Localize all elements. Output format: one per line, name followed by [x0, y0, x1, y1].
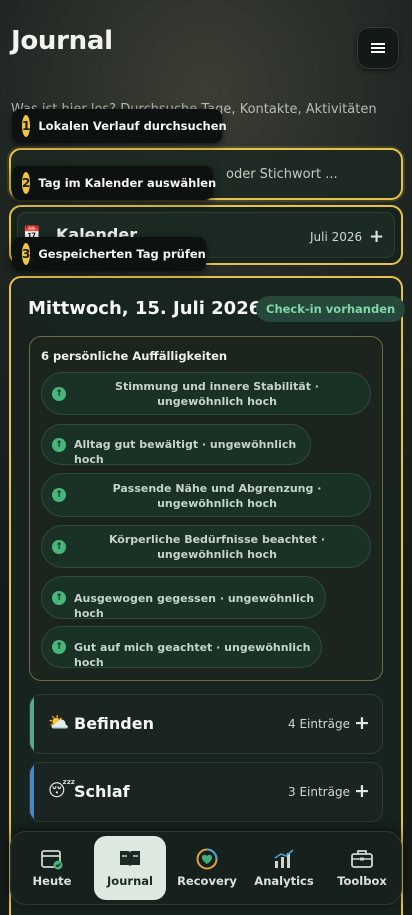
tour-tip-2: 2 Tag im Kalender auswählen — [12, 166, 217, 200]
tip-text: Lokalen Verlauf durchsuchen — [38, 119, 227, 133]
book-icon — [117, 848, 143, 870]
nav-item-heute[interactable]: Heute — [16, 836, 88, 900]
tour-tip-1: 1 Lokalen Verlauf durchsuchen — [12, 109, 227, 143]
sleep-icon: 😴 — [48, 781, 76, 801]
checkin-badge: Check-in vorhanden — [256, 296, 406, 322]
category-label: Schlaf — [74, 782, 130, 801]
arrow-up-icon: ↑ — [52, 540, 66, 554]
page-title: Journal — [11, 26, 113, 56]
category-accent — [30, 763, 34, 821]
anomaly-chip: ↑ Körperliche Bedürfnisse beachtet · ung… — [41, 525, 371, 568]
nav-item-journal[interactable]: Journal — [94, 836, 166, 900]
category-count: 4 Einträge — [288, 717, 350, 731]
category-label: Befinden — [74, 714, 154, 733]
step-number: 2 — [22, 172, 31, 194]
nav-item-analytics[interactable]: Analytics — [248, 836, 320, 900]
expand-icon[interactable]: + — [354, 712, 370, 734]
expand-icon[interactable]: + — [354, 780, 370, 802]
category-card-schlaf[interactable]: 😴 Schlaf 3 Einträge + — [29, 762, 383, 822]
category-card-befinden[interactable]: ⛅ Befinden 4 Einträge + — [29, 694, 383, 754]
arrow-up-icon: ↑ — [52, 387, 66, 401]
day-title: Mittwoch, 15. Juli 2026 — [28, 298, 262, 319]
anomaly-chip: ↑ Gut auf mich geachtet · ungewöhnlich h… — [41, 626, 322, 669]
anomaly-chip: ↑ Passende Nähe und Abgrenzung · ungewöh… — [41, 473, 371, 517]
arrow-up-icon: ↑ — [52, 591, 66, 605]
step-number: 3 — [22, 243, 31, 265]
arrow-up-icon: ↑ — [52, 640, 66, 654]
toolbox-icon — [349, 848, 375, 870]
step-number: 1 — [22, 115, 31, 137]
bar-chart-icon — [271, 848, 297, 870]
calendar-expand-icon[interactable]: + — [369, 226, 384, 247]
nav-item-toolbox[interactable]: Toolbox — [326, 836, 398, 900]
anomaly-chip: ↑ Ausgewogen gegessen · ungewöhnlich hoc… — [41, 576, 326, 620]
tip-text: Gespeicherten Tag prüfen — [38, 247, 206, 261]
nav-item-recovery[interactable]: Recovery — [171, 836, 243, 900]
hamburger-icon — [371, 43, 385, 53]
tour-tip-3: 3 Gespeicherten Tag prüfen — [12, 237, 206, 271]
anomalies-heading: 6 persönliche Auffälligkeiten — [41, 349, 228, 363]
calendar-check-icon — [39, 848, 65, 870]
category-accent — [30, 695, 34, 753]
anomaly-chip: ↑ Stimmung und innere Stabilität · ungew… — [41, 372, 371, 415]
weather-icon: ⛅ — [48, 713, 70, 733]
tip-text: Tag im Kalender auswählen — [38, 176, 217, 190]
anomaly-chip: ↑ Alltag gut bewältigt · ungewöhnlich ho… — [41, 424, 311, 466]
category-count: 3 Einträge — [288, 785, 350, 799]
menu-button[interactable] — [357, 27, 399, 69]
bottom-navigation: Heute Journal Recovery Analytics Toolbox — [10, 831, 402, 905]
heart-ring-icon — [194, 848, 220, 870]
arrow-up-icon: ↑ — [52, 488, 66, 502]
calendar-month: Juli 2026 — [310, 230, 363, 244]
arrow-up-icon: ↑ — [52, 438, 66, 452]
